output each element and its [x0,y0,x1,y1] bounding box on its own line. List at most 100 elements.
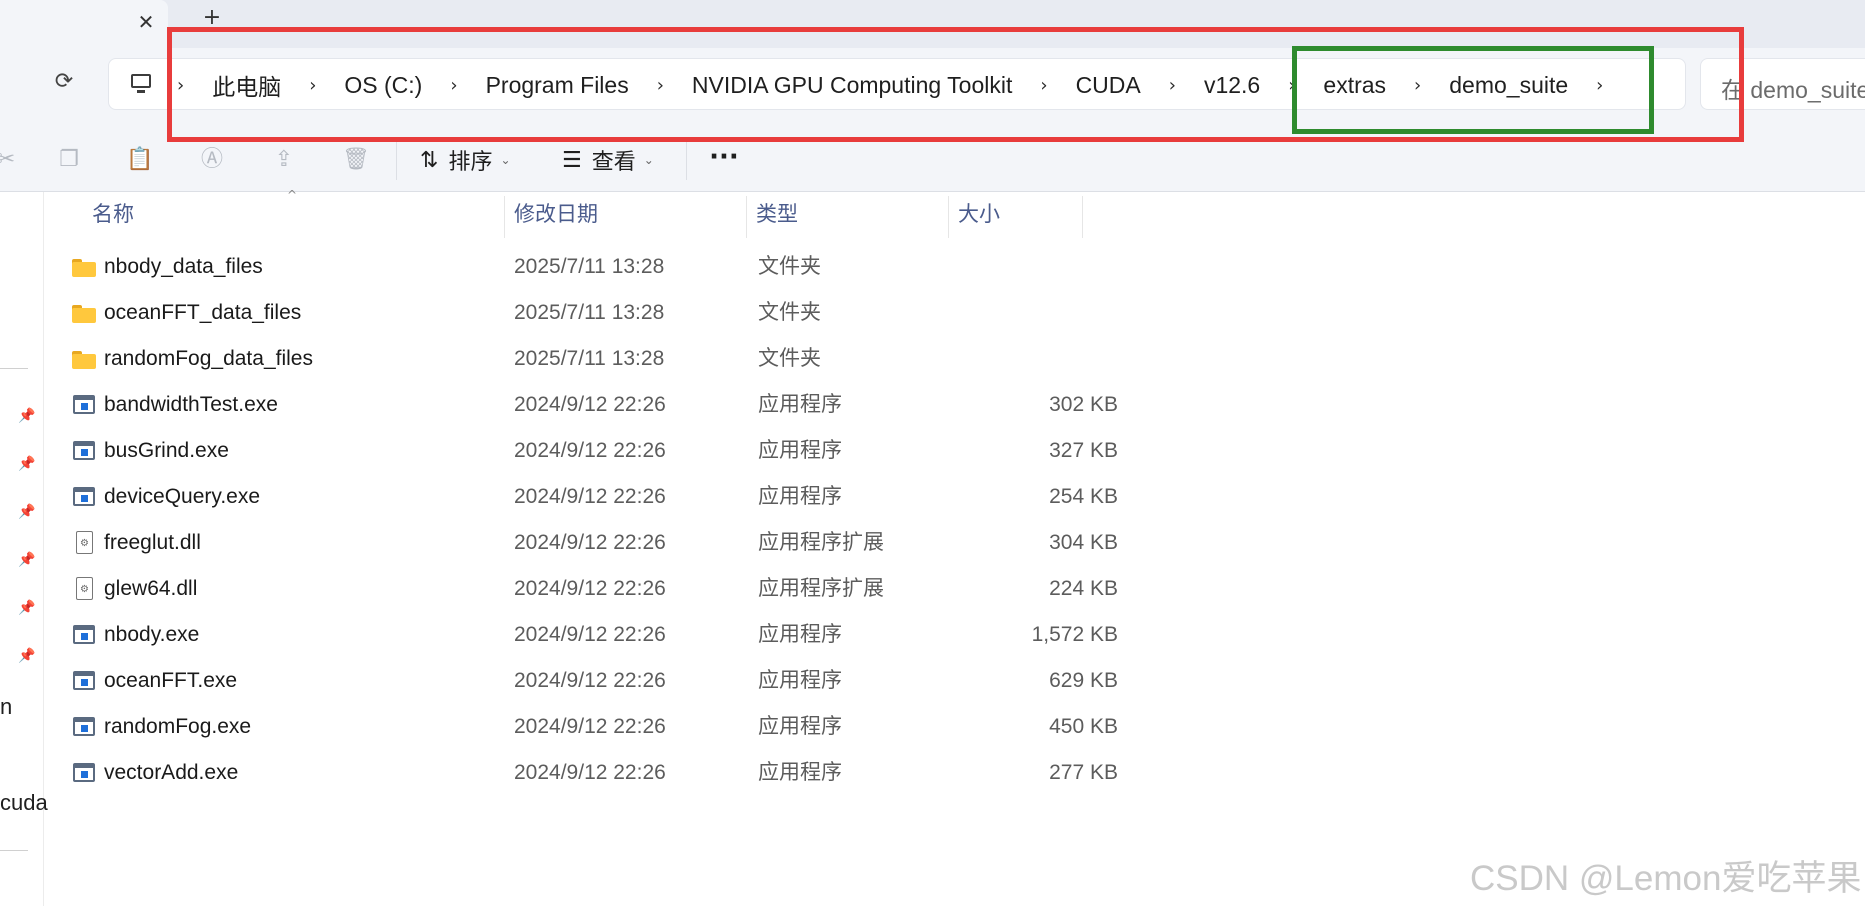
sort-button[interactable]: ⇅ 排序 ⌄ [420,142,511,178]
application-icon [72,395,96,415]
breadcrumb-item[interactable]: 此电脑 [194,68,299,102]
file-date: 2024/9/12 22:26 [514,531,666,554]
file-row[interactable]: nbody_data_files 2025/7/11 13:28 文件夹 [44,244,1144,290]
close-tab-icon[interactable]: ✕ [134,10,158,34]
file-row[interactable]: nbody.exe 2024/9/12 22:26 应用程序 1,572 KB [44,612,1144,658]
pin-icon[interactable]: 📌 [18,552,36,570]
application-icon [72,763,96,783]
refresh-icon[interactable]: ⟳ [48,66,80,98]
rename-icon: Ⓐ [200,147,223,172]
nav-item[interactable]: n [0,694,12,720]
chevron-right-icon[interactable]: › [167,75,194,96]
folder-icon [72,257,96,277]
chevron-right-icon[interactable]: › [1030,75,1057,96]
file-size: 450 KB [1049,715,1118,738]
column-divider[interactable] [746,196,747,238]
file-name: oceanFFT_data_files [104,301,302,324]
file-date: 2024/9/12 22:26 [514,439,666,462]
file-name: randomFog.exe [104,715,252,738]
file-type: 文件夹 [758,347,821,370]
chevron-right-icon[interactable]: › [299,75,326,96]
file-date: 2024/9/12 22:26 [514,393,666,416]
column-header-name[interactable]: 名称 [92,192,134,238]
breadcrumb-item[interactable]: NVIDIA GPU Computing Toolkit [674,72,1030,99]
file-list: nbody_data_files 2025/7/11 13:28 文件夹 oce… [44,244,1144,796]
file-row[interactable]: randomFog.exe 2024/9/12 22:26 应用程序 450 K… [44,704,1144,750]
file-row[interactable]: bandwidthTest.exe 2024/9/12 22:26 应用程序 3… [44,382,1144,428]
file-row[interactable]: busGrind.exe 2024/9/12 22:26 应用程序 327 KB [44,428,1144,474]
cut-icon: ✂ [0,147,16,172]
file-type: 应用程序扩展 [758,577,884,600]
folder-icon [72,303,96,323]
view-label: 查看 [591,150,636,175]
column-header-type[interactable]: 类型 [756,192,798,238]
file-size: 277 KB [1049,761,1118,784]
more-options-icon[interactable]: ··· [706,142,742,178]
toolbar-divider [396,140,397,180]
breadcrumb-item[interactable]: Program Files [468,72,647,99]
file-row[interactable]: vectorAdd.exe 2024/9/12 22:26 应用程序 277 K… [44,750,1144,796]
sort-ascending-icon: ^ [287,188,298,202]
file-type: 应用程序 [758,393,842,416]
navigation-pane[interactable]: 📌 📌 📌 📌 📌 📌 n cuda [0,192,48,906]
folder-icon [72,349,96,369]
chevron-right-icon[interactable]: › [1404,75,1431,96]
column-divider[interactable] [504,196,505,238]
file-size [940,244,1118,290]
file-size [940,290,1118,336]
breadcrumb-item[interactable]: demo_suite [1431,72,1586,99]
breadcrumb-item[interactable]: OS (C:) [326,72,440,99]
breadcrumb-item[interactable]: CUDA [1058,72,1159,99]
breadcrumb-item[interactable]: extras [1305,72,1404,99]
chevron-right-icon[interactable]: › [647,75,674,96]
sort-icon: ⇅ [420,147,439,173]
column-header-date[interactable]: 修改日期 [514,192,598,238]
file-name: freeglut.dll [104,531,201,554]
new-tab-icon[interactable]: + [200,6,224,30]
file-size: 629 KB [1049,669,1118,692]
pin-icon[interactable]: 📌 [18,456,36,474]
delete-icon: 🗑 [342,147,370,172]
file-date: 2025/7/11 13:28 [514,347,665,370]
column-header-size[interactable]: 大小 [958,192,1000,238]
file-type: 应用程序 [758,761,842,784]
file-size: 327 KB [1049,439,1118,462]
file-name: busGrind.exe [104,439,229,462]
search-input[interactable]: 在 demo_suite 中搜索 [1700,58,1865,110]
application-icon [72,717,96,737]
view-button[interactable]: ☰ 查看 ⌄ [562,142,654,178]
this-pc-icon[interactable] [129,73,153,95]
nav-divider [0,850,28,851]
file-name: randomFog_data_files [104,347,313,370]
pin-icon[interactable]: 📌 [18,600,36,618]
file-row[interactable]: ⚙ glew64.dll 2024/9/12 22:26 应用程序扩展 224 … [44,566,1144,612]
file-name: vectorAdd.exe [104,761,239,784]
active-tab[interactable]: ✕ [0,0,168,48]
application-icon [72,441,96,461]
pin-icon[interactable]: 📌 [18,504,36,522]
file-type: 应用程序 [758,485,842,508]
chevron-right-icon[interactable]: › [1586,75,1613,96]
file-row[interactable]: ⚙ freeglut.dll 2024/9/12 22:26 应用程序扩展 30… [44,520,1144,566]
file-row[interactable]: randomFog_data_files 2025/7/11 13:28 文件夹 [44,336,1144,382]
chevron-down-icon: ⌄ [643,153,654,167]
column-divider[interactable] [948,196,949,238]
nav-item[interactable]: cuda [0,790,48,816]
address-bar[interactable]: › 此电脑 › OS (C:) › Program Files › NVIDIA GPU Co… [108,58,1686,110]
file-row[interactable]: deviceQuery.exe 2024/9/12 22:26 应用程序 254… [44,474,1144,520]
file-date: 2024/9/12 22:26 [514,623,666,646]
file-row[interactable]: oceanFFT.exe 2024/9/12 22:26 应用程序 629 KB [44,658,1144,704]
file-size: 302 KB [1049,393,1118,416]
chevron-right-icon[interactable]: › [1159,75,1186,96]
file-size [940,336,1118,382]
pin-icon[interactable]: 📌 [18,408,36,426]
pin-icon[interactable]: 📌 [18,648,36,666]
file-row[interactable]: oceanFFT_data_files 2025/7/11 13:28 文件夹 [44,290,1144,336]
toolbar-divider [686,140,687,180]
file-type: 文件夹 [758,255,821,278]
column-divider[interactable] [1082,196,1083,238]
chevron-right-icon[interactable]: › [440,75,467,96]
file-type: 应用程序 [758,669,842,692]
chevron-right-icon[interactable]: › [1278,75,1305,96]
breadcrumb-item[interactable]: v12.6 [1186,72,1278,99]
